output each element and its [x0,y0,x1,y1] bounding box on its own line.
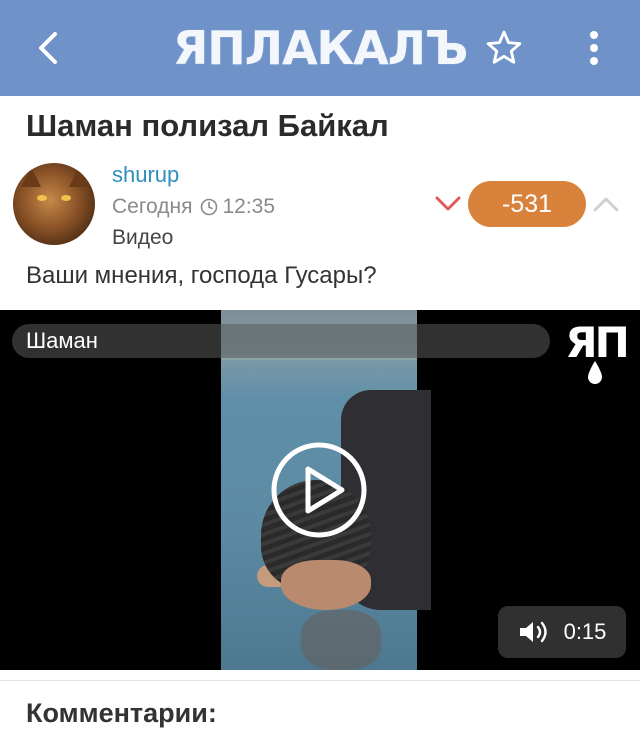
rating-badge: -531 [468,181,586,227]
avatar-ear [21,167,41,187]
star-icon [486,30,522,64]
post-category[interactable]: Видео [112,226,173,250]
post-date: Сегодня 12:35 [112,195,275,219]
play-icon [271,442,367,538]
play-button[interactable] [270,441,368,539]
post-text: Ваши мнения, господа Гусары? [26,262,377,289]
chevron-down-icon [435,196,461,211]
site-logo[interactable]: ЯПЛАКАЛЪ [173,20,468,76]
clock-icon [200,198,218,216]
avatar-eye [61,195,71,201]
video-duration: 0:15 [563,619,607,644]
video-controls[interactable]: 0:15 [498,606,626,658]
avatar-eye [37,195,47,201]
chevron-left-icon [39,32,57,64]
author-name[interactable]: shurup [112,162,179,188]
video-player[interactable]: Шаман ЯП 0:15 [0,310,640,670]
post-date-label: Сегодня [112,195,193,218]
comments-heading: Комментарии: [26,698,217,728]
drop-icon [588,361,602,384]
video-watermark: ЯП [562,320,630,390]
video-reflection [301,610,381,670]
volume-icon[interactable] [518,619,552,645]
avatar-ear [69,167,89,187]
chevron-up-icon [593,197,619,212]
more-vertical-icon [590,31,598,65]
post-title: Шаман полизал Байкал [26,108,389,143]
favorite-button[interactable] [482,26,526,70]
app-header: ЯПЛАКАЛЪ [0,0,640,96]
vote-up-button[interactable] [590,190,622,218]
logo-text: ЯПЛАКАЛЪ [172,21,468,75]
author-avatar[interactable] [13,163,95,245]
video-title: Шаман [12,324,550,358]
back-button[interactable] [28,26,68,70]
post-time: 12:35 [222,195,276,218]
more-menu-button[interactable] [574,26,614,70]
divider [0,680,640,681]
vote-down-button[interactable] [432,190,464,218]
video-figure-face [281,560,371,610]
